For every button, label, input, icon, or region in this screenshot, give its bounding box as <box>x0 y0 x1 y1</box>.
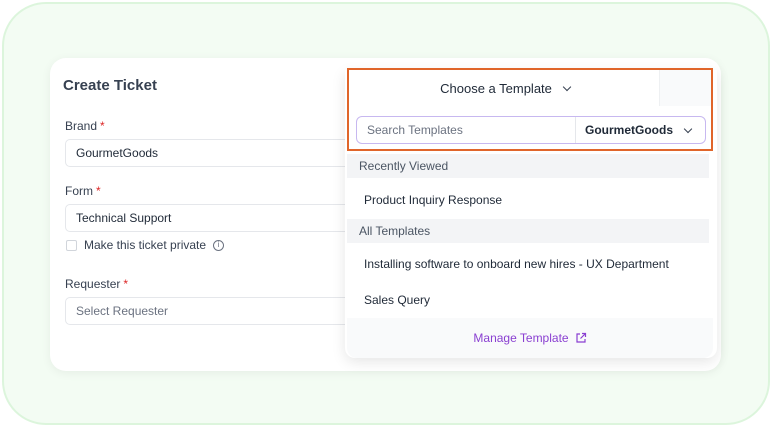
template-search-box: GourmetGoods <box>356 116 706 144</box>
form-label: Form * <box>65 184 101 198</box>
choose-template-label: Choose a Template <box>440 80 552 96</box>
chevron-down-icon <box>562 82 572 91</box>
private-checkbox[interactable] <box>66 239 77 251</box>
choose-template-toggle[interactable]: Choose a Template <box>349 70 661 106</box>
brand-value: GourmetGoods <box>76 146 159 160</box>
requester-field[interactable]: Select Requester <box>65 297 365 325</box>
brand-filter-select[interactable]: GourmetGoods <box>575 117 705 143</box>
brand-field[interactable]: GourmetGoods <box>65 139 365 167</box>
template-item[interactable]: Product Inquiry Response <box>364 193 502 207</box>
requester-placeholder: Select Requester <box>76 304 169 318</box>
private-label: Make this ticket private <box>84 238 207 252</box>
template-dropdown-header: Choose a Template GourmetGoods <box>347 68 713 151</box>
form-value: Technical Support <box>76 211 172 225</box>
brand-label: Brand * <box>65 119 105 133</box>
page-title: Create Ticket <box>63 77 157 94</box>
form-field[interactable]: Technical Support <box>65 204 365 232</box>
required-mark: * <box>100 119 105 133</box>
brand-label-text: Brand <box>65 119 98 133</box>
template-item[interactable]: Installing software to onboard new hires… <box>364 257 669 271</box>
required-mark: * <box>96 184 101 198</box>
search-templates-input[interactable] <box>357 117 575 143</box>
requester-label: Requester * <box>65 277 128 291</box>
recently-viewed-label: Recently Viewed <box>347 154 709 178</box>
header-side-panel <box>659 70 711 106</box>
private-ticket-row: Make this ticket private i <box>66 238 225 252</box>
requester-label-text: Requester <box>65 277 121 291</box>
all-templates-label: All Templates <box>347 219 709 243</box>
chevron-down-icon <box>683 124 693 133</box>
manage-template-label: Manage Template <box>473 331 569 345</box>
external-link-icon <box>575 332 586 343</box>
form-label-text: Form <box>65 184 93 198</box>
required-mark: * <box>123 277 129 291</box>
manage-template-link[interactable]: Manage Template <box>347 318 713 358</box>
brand-filter-value: GourmetGoods <box>585 123 674 137</box>
template-item[interactable]: Sales Query <box>364 293 430 307</box>
info-icon[interactable]: i <box>213 239 225 251</box>
